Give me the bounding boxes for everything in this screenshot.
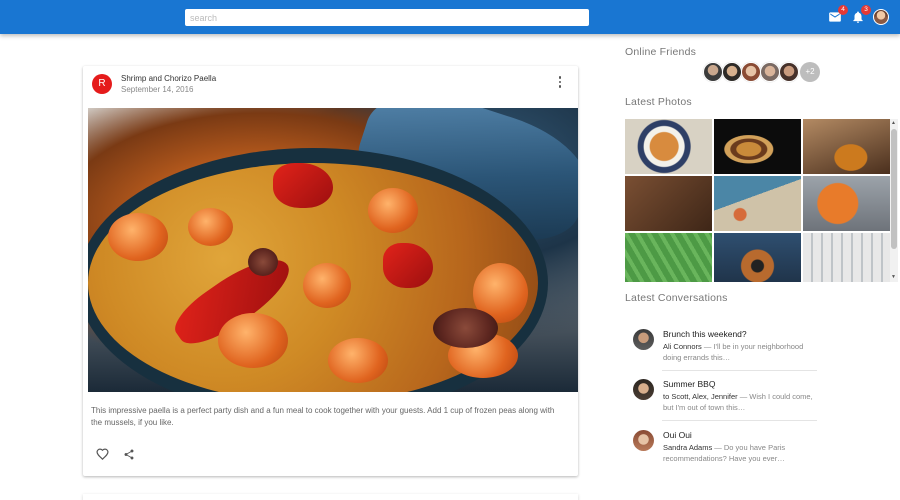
conversation-preview: to Scott, Alex, Jennifer — Wish I could …: [663, 391, 818, 413]
avatar: [633, 430, 654, 451]
conversation-preview: Ali Connors — I'll be in your neighborho…: [663, 341, 818, 363]
scroll-up-icon[interactable]: ▲: [891, 120, 896, 126]
photo-thumbnail[interactable]: [803, 233, 890, 282]
online-friends-title: Online Friends: [625, 46, 697, 58]
avatar: [633, 329, 654, 350]
notifications-button[interactable]: 3: [849, 5, 871, 26]
post-image: [88, 108, 578, 392]
photo-grid-scrollbar[interactable]: ▲ ▼: [890, 119, 898, 282]
conversation-preview: Sandra Adams — Do you have Paris recomme…: [663, 442, 818, 464]
post-date: September 14, 2016: [121, 85, 194, 94]
conversation-subject: Brunch this weekend?: [663, 329, 747, 339]
photo-thumbnail[interactable]: [625, 233, 712, 282]
app-bar: 4 3: [0, 0, 900, 34]
more-friends-badge[interactable]: +2: [800, 62, 820, 82]
photo-grid: [625, 119, 898, 282]
post-author-avatar: R: [92, 74, 112, 94]
photo-thumbnail[interactable]: [803, 119, 890, 174]
friend-avatar[interactable]: [741, 62, 761, 82]
conversation-sender: Ali Connors: [663, 342, 702, 351]
post-description: This impressive paella is a perfect part…: [91, 406, 555, 427]
conversation-subject: Summer BBQ: [663, 379, 716, 389]
share-icon[interactable]: [123, 448, 135, 461]
conversation-sender: to Scott, Alex, Jennifer: [663, 392, 738, 401]
conversation-item[interactable]: Brunch this weekend? Ali Connors — I'll …: [633, 329, 818, 365]
next-post-card: [83, 494, 578, 500]
notifications-badge: 3: [861, 5, 871, 15]
divider: [662, 420, 817, 421]
photo-thumbnail[interactable]: [714, 176, 801, 231]
friend-avatar[interactable]: [779, 62, 799, 82]
search-input[interactable]: [185, 9, 589, 26]
photo-thumbnail[interactable]: [625, 119, 712, 174]
post-card: R Shrimp and Chorizo Paella September 14…: [83, 66, 578, 476]
post-title: Shrimp and Chorizo Paella: [121, 74, 217, 83]
conversation-item[interactable]: Summer BBQ to Scott, Alex, Jennifer — Wi…: [633, 379, 818, 415]
photo-thumbnail[interactable]: [714, 233, 801, 282]
heart-icon[interactable]: [96, 448, 109, 460]
photo-thumbnail[interactable]: [803, 176, 890, 231]
friend-avatar[interactable]: [703, 62, 723, 82]
photo-thumbnail[interactable]: [625, 176, 712, 231]
latest-conversations-title: Latest Conversations: [625, 292, 728, 304]
friend-avatar[interactable]: [722, 62, 742, 82]
mail-button[interactable]: 4: [826, 5, 848, 26]
scroll-thumb[interactable]: [891, 129, 897, 249]
divider: [662, 370, 817, 371]
mail-badge: 4: [838, 5, 848, 15]
more-vert-icon[interactable]: [555, 74, 565, 90]
photo-thumbnail[interactable]: [714, 119, 801, 174]
conversation-sender: Sandra Adams: [663, 443, 713, 452]
friend-avatar[interactable]: [760, 62, 780, 82]
conversation-subject: Oui Oui: [663, 430, 692, 440]
scroll-down-icon[interactable]: ▼: [891, 274, 896, 280]
conversation-item[interactable]: Oui Oui Sandra Adams — Do you have Paris…: [633, 430, 818, 466]
user-avatar[interactable]: [873, 9, 889, 25]
latest-photos-title: Latest Photos: [625, 96, 692, 108]
avatar: [633, 379, 654, 400]
